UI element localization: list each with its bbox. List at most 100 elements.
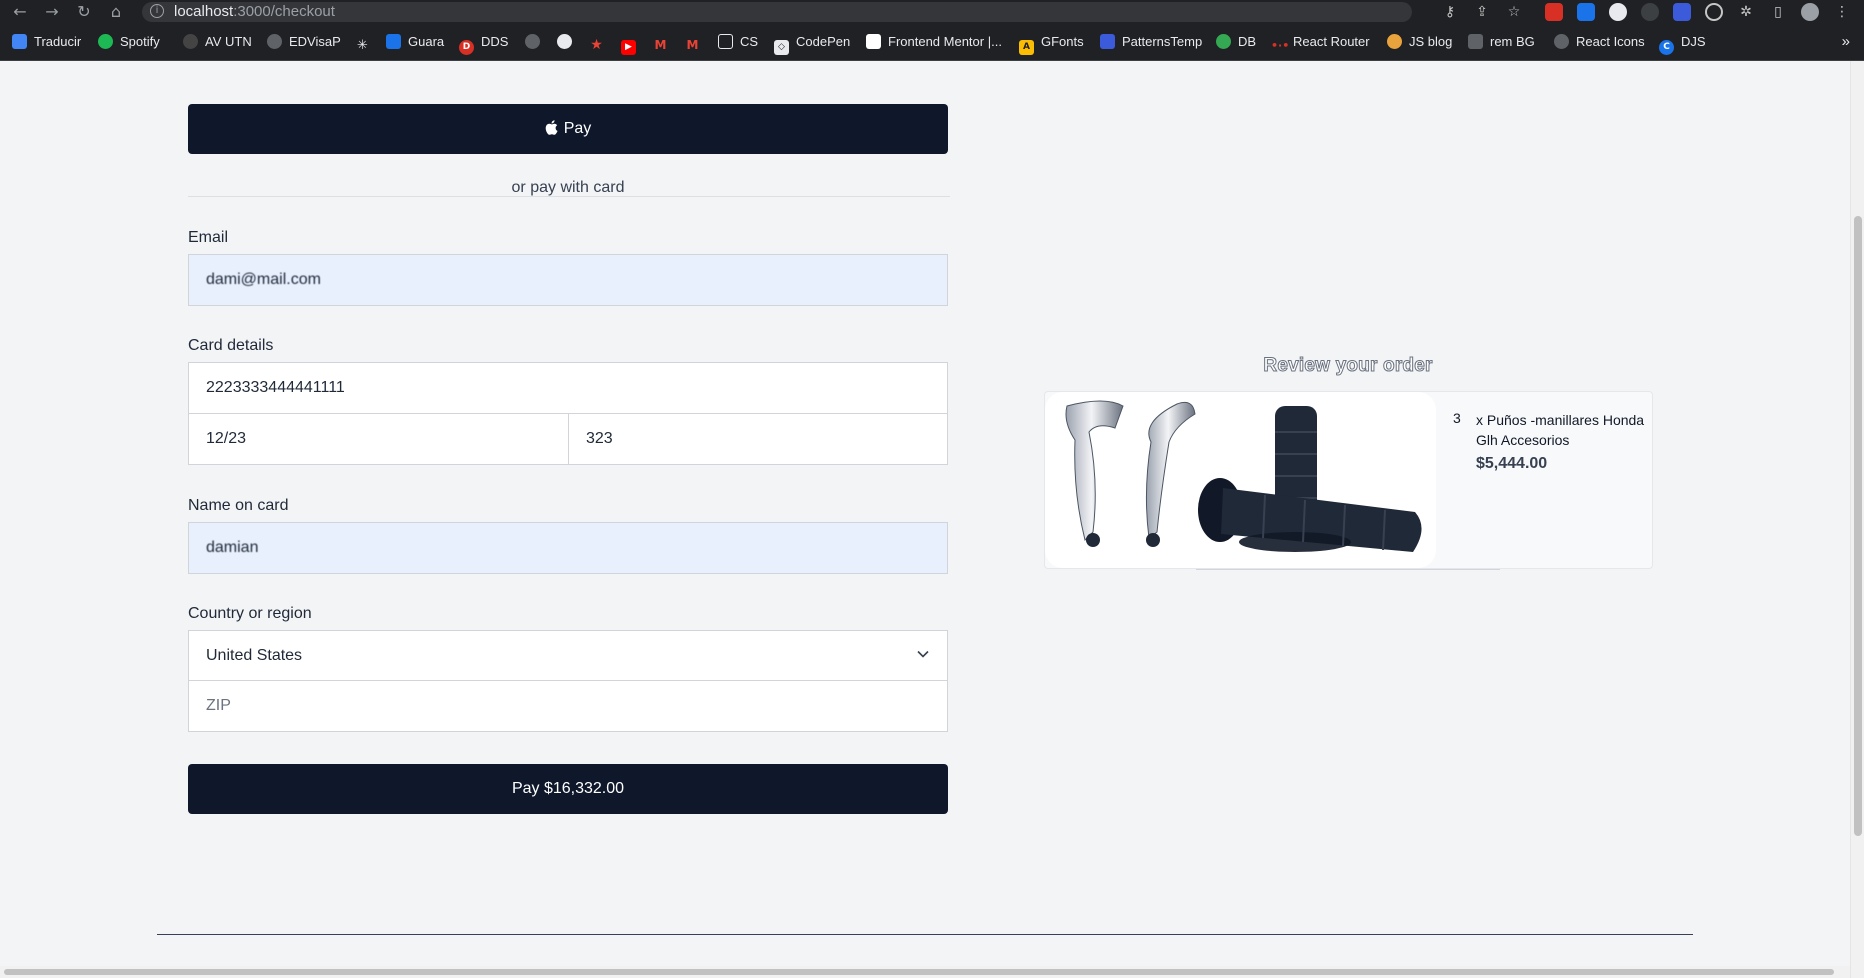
bookmark-item[interactable]: ▶ — [621, 33, 643, 55]
item-quantity: 3 — [1453, 410, 1461, 426]
zip-field[interactable]: ZIP — [188, 680, 948, 732]
star-icon[interactable]: ☆ — [1505, 3, 1523, 21]
bookmark-item[interactable]: PatternsTemp — [1100, 33, 1202, 51]
review-order-title: Review your order — [1263, 355, 1433, 377]
extension-icon[interactable] — [1705, 3, 1723, 21]
bookmark-item[interactable]: EDVisaP — [267, 33, 341, 51]
scrollbar-thumb[interactable] — [1854, 216, 1862, 836]
apple-pay-button[interactable]: Pay — [188, 104, 948, 154]
globe-icon — [267, 34, 282, 49]
email-label: Email — [188, 229, 229, 246]
card-expiry-field[interactable]: 12/23 — [188, 413, 569, 465]
more-bookmarks-icon[interactable]: » — [1842, 33, 1850, 50]
country-select[interactable]: United States — [188, 630, 948, 681]
globe-icon — [1554, 34, 1569, 49]
address-bar[interactable]: i localhost:3000/checkout — [142, 2, 1412, 22]
name-on-card-value: damian — [206, 539, 259, 556]
bookmark-item[interactable]: React Icons — [1554, 33, 1645, 51]
pay-button-label: Pay $16,332.00 — [511, 780, 625, 797]
extension-icon[interactable] — [1545, 3, 1563, 21]
bookmark-item[interactable]: JS blog — [1387, 33, 1452, 51]
bookmark-item[interactable]: Frontend Mentor |... — [866, 33, 1002, 51]
divider — [1196, 569, 1500, 570]
bookmark-favicon-icon — [1387, 34, 1402, 49]
bookmark-favicon-icon — [12, 34, 27, 49]
puzzle-icon[interactable]: ✲ — [1737, 3, 1755, 21]
bookmark-item[interactable]: Traducir — [12, 33, 81, 51]
footer-divider — [157, 934, 1693, 935]
bookmark-item[interactable]: CS — [718, 33, 758, 51]
apple-icon — [545, 120, 558, 135]
vertical-scrollbar[interactable] — [1850, 61, 1864, 978]
site-info-icon[interactable]: i — [150, 4, 164, 18]
bookmarks-bar: Traducir Spotify AV UTN EDVisaP ✳ Guara … — [0, 24, 1864, 61]
url-path: :3000/checkout — [233, 3, 335, 20]
globe-icon — [525, 34, 540, 49]
bookmark-favicon-icon — [1468, 34, 1483, 49]
product-image — [1045, 392, 1436, 568]
zip-placeholder: ZIP — [206, 697, 231, 714]
bookmark-item[interactable]: Guara — [386, 33, 444, 51]
apple-pay-label: Pay — [563, 120, 592, 137]
react-router-icon: •·• — [1271, 39, 1290, 52]
spotify-icon — [98, 34, 113, 49]
bookmark-item[interactable]: M — [653, 33, 675, 52]
home-icon[interactable]: ⌂ — [106, 2, 126, 22]
item-price: $5,444.00 — [1476, 455, 1548, 472]
bookmark-favicon-icon: C — [1659, 40, 1674, 55]
bookmark-item[interactable]: A GFonts — [1019, 33, 1084, 55]
email-value: dami@mail.com — [206, 271, 321, 288]
chevron-down-icon — [917, 650, 929, 658]
bookmark-item[interactable]: D DDS — [459, 33, 508, 55]
name-on-card-field[interactable]: damian — [188, 522, 948, 574]
country-value: United States — [206, 647, 303, 664]
key-icon[interactable]: ⚷ — [1441, 3, 1459, 21]
bookmark-item[interactable]: •·• React Router — [1271, 33, 1370, 52]
extension-icon[interactable] — [1577, 3, 1595, 21]
bookmark-item[interactable]: ✳ — [355, 33, 377, 53]
bookmark-item[interactable]: DB — [1216, 33, 1256, 51]
bookmark-item[interactable] — [557, 33, 579, 51]
or-pay-with-card-text: or pay with card — [511, 179, 625, 196]
bookmark-item[interactable]: AV UTN — [183, 33, 252, 51]
bookmark-item[interactable]: M — [685, 33, 707, 52]
reload-icon[interactable]: ↻ — [74, 2, 94, 22]
card-details-label: Card details — [188, 337, 274, 354]
bookmark-favicon-icon — [1100, 34, 1115, 49]
back-icon[interactable]: ← — [10, 2, 30, 22]
checkout-page: Pay or pay with card Email dami@mail.com… — [0, 61, 1864, 978]
card-cvc-field[interactable]: 323 — [568, 413, 948, 465]
horizontal-scrollbar[interactable] — [0, 966, 1850, 978]
side-panel-icon[interactable]: ▯ — [1769, 3, 1787, 21]
bookmark-item[interactable]: C DJS — [1659, 33, 1706, 55]
scrollbar-thumb[interactable] — [4, 969, 1834, 975]
extension-icon[interactable] — [1641, 3, 1659, 21]
email-field[interactable]: dami@mail.com — [188, 254, 948, 306]
browser-toolbar: ← → ↻ ⌂ i localhost:3000/checkout ⚷ ⇪ ☆ … — [0, 0, 1864, 24]
order-item: 3 x Puños -manillares Honda Glh Accesori… — [1044, 391, 1653, 569]
square-icon — [718, 34, 733, 49]
pay-button[interactable]: Pay $16,332.00 — [188, 764, 948, 814]
avatar[interactable] — [1801, 3, 1819, 21]
extension-icon[interactable] — [1673, 3, 1691, 21]
github-icon — [557, 34, 572, 49]
item-name: x Puños -manillares Honda Glh Accesorios — [1476, 412, 1645, 448]
database-icon — [1216, 34, 1231, 49]
bookmark-item[interactable]: Spotify — [98, 33, 160, 51]
bookmark-item[interactable]: ◇ CodePen — [774, 33, 850, 55]
product-photo — [1065, 400, 1422, 552]
menu-icon[interactable]: ⋮ — [1833, 3, 1851, 21]
bookmark-favicon-icon — [386, 34, 401, 49]
bookmark-favicon-icon: D — [459, 40, 474, 55]
sparkle-icon: ✳ — [357, 38, 368, 53]
card-number-value: 2223333444441111 — [206, 379, 345, 396]
codepen-icon: ◇ — [774, 40, 789, 55]
bookmark-item[interactable]: ★ — [589, 33, 611, 53]
forward-icon[interactable]: → — [42, 2, 62, 22]
card-number-field[interactable]: 2223333444441111 — [188, 362, 948, 414]
bookmark-item[interactable] — [525, 33, 547, 51]
share-icon[interactable]: ⇪ — [1473, 3, 1491, 21]
name-on-card-label: Name on card — [188, 497, 289, 514]
bookmark-item[interactable]: rem BG — [1468, 33, 1535, 51]
extension-icon[interactable] — [1609, 3, 1627, 21]
